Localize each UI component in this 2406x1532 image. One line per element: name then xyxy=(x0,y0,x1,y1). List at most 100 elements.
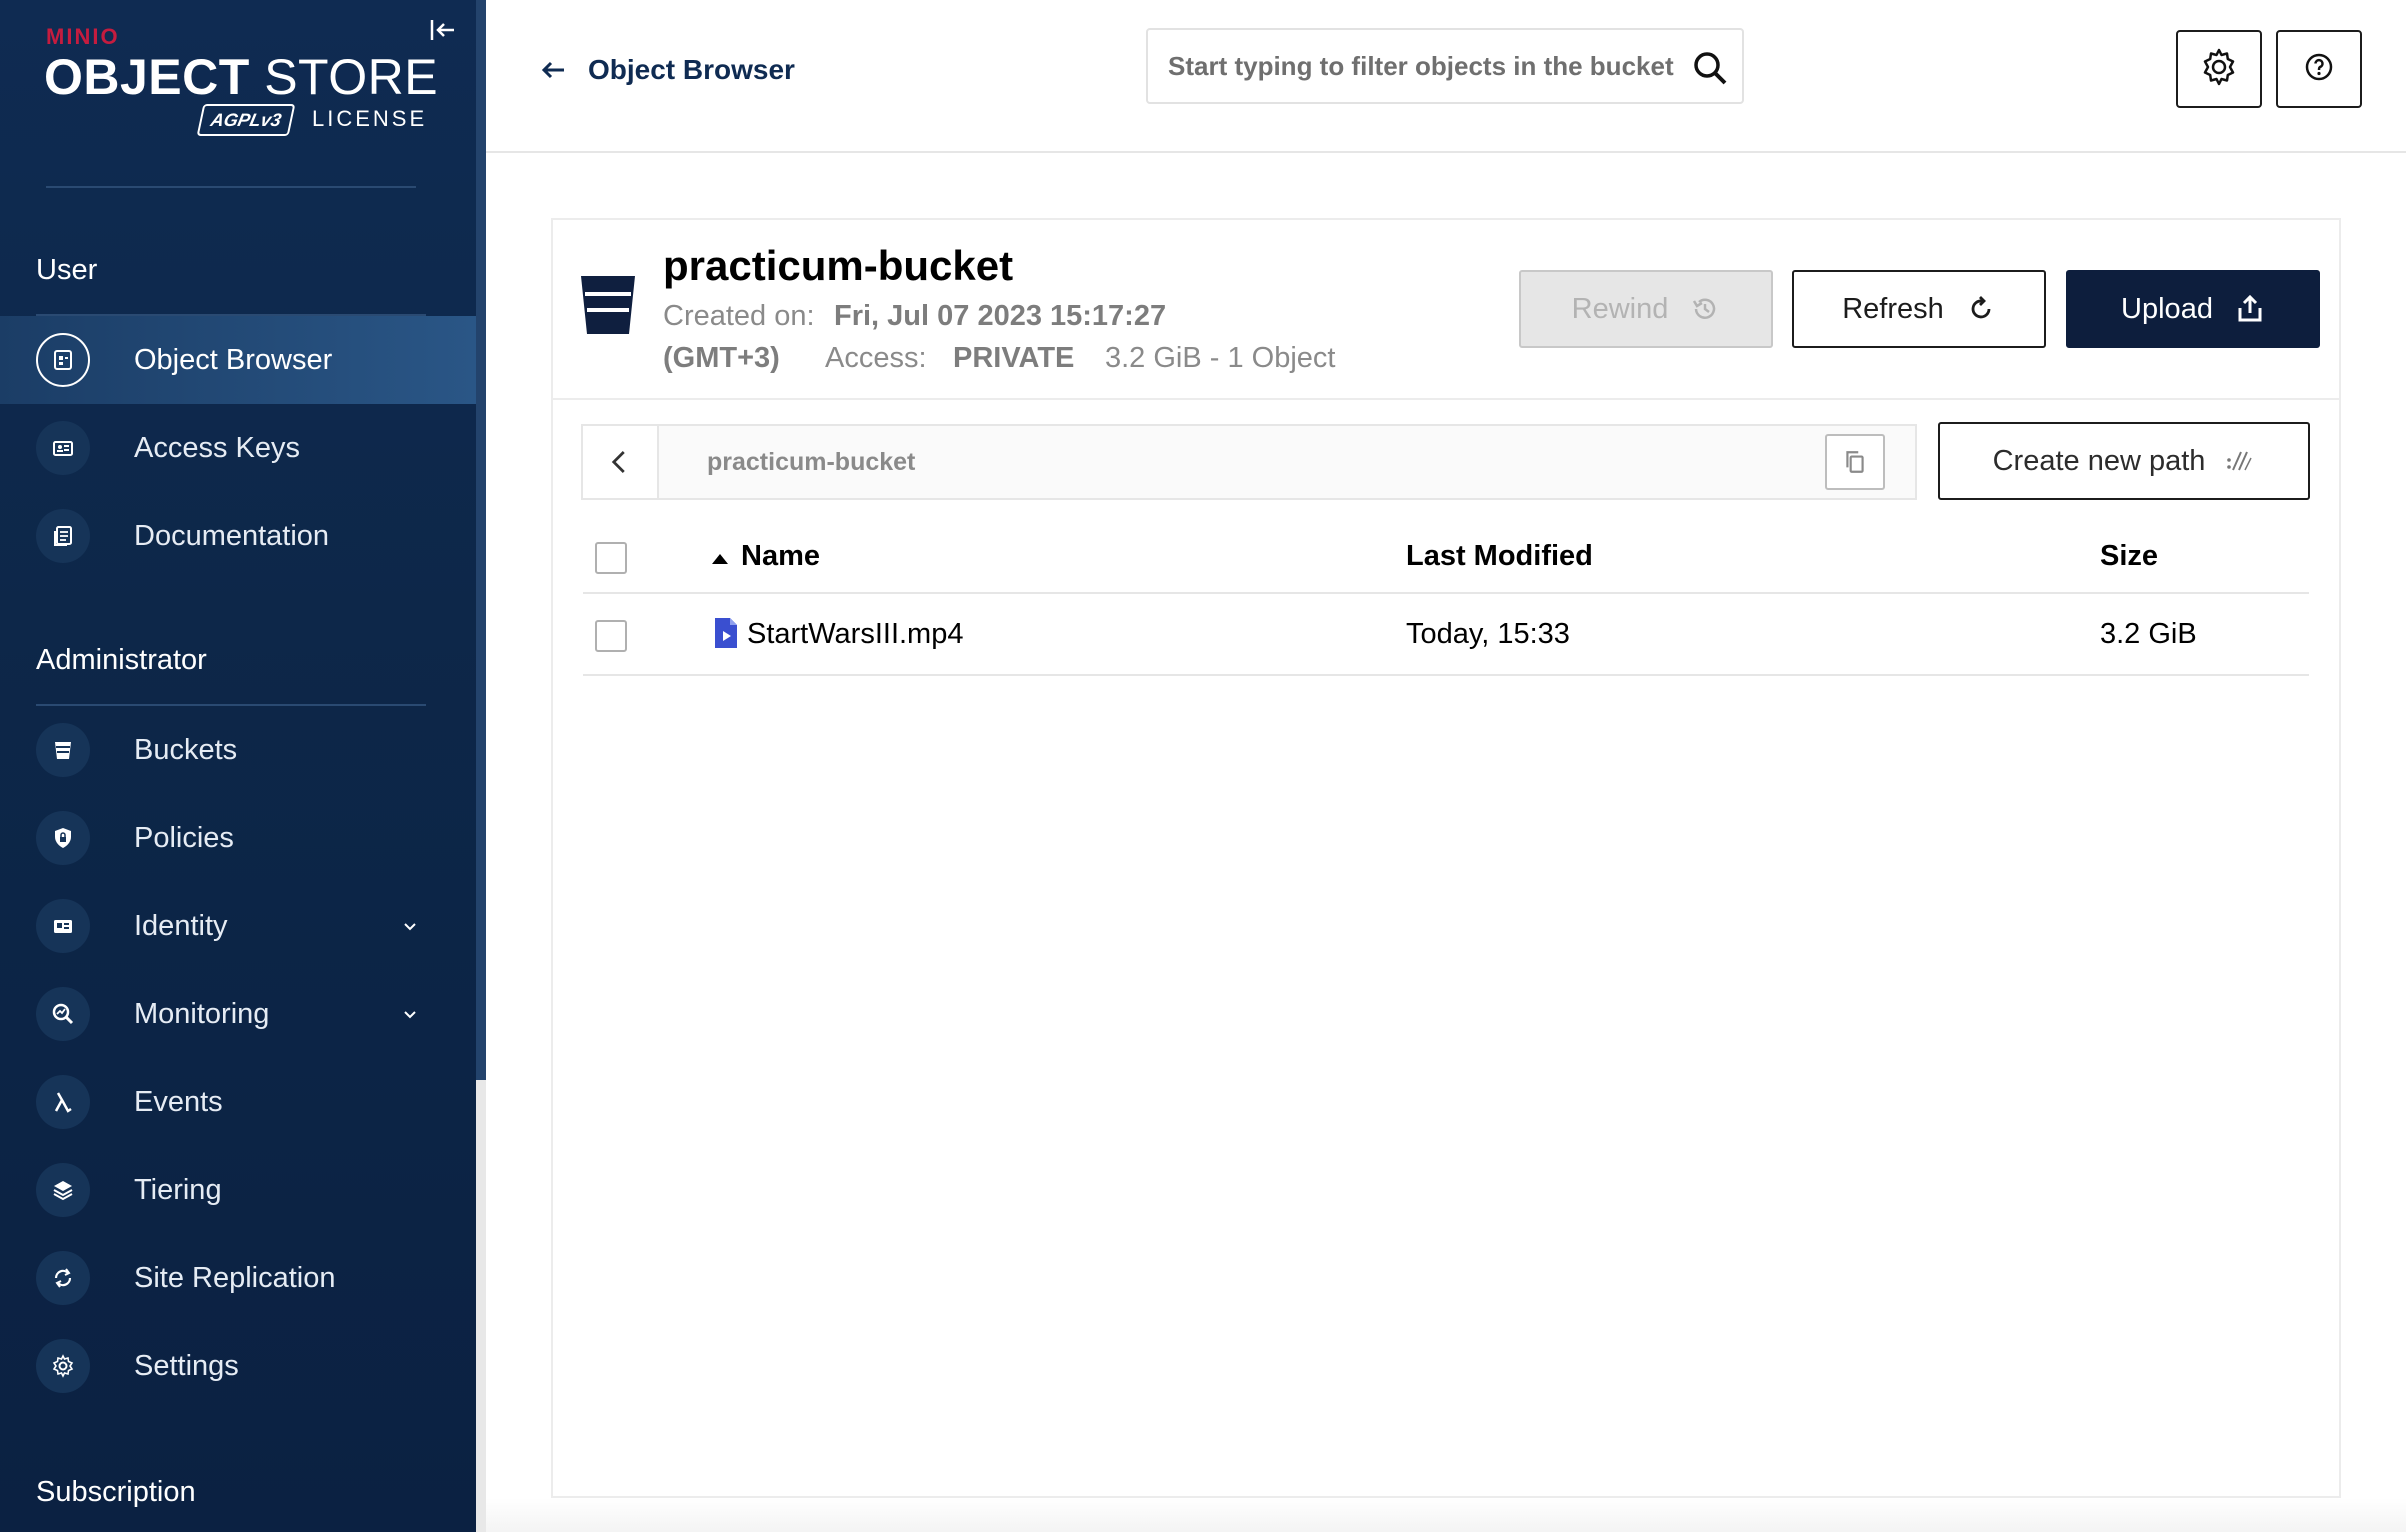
lambda-icon xyxy=(36,1075,90,1129)
access-value: PRIVATE xyxy=(953,342,1075,374)
timezone: (GMT+3) xyxy=(663,342,780,374)
bucket-usage: 3.2 GiB - 1 Object xyxy=(1105,342,1336,374)
table-row[interactable]: StartWarsIII.mp4 Today, 15:33 3.2 GiB xyxy=(583,596,2309,676)
row-checkbox[interactable] xyxy=(595,620,627,652)
bucket-icon xyxy=(579,274,637,336)
search-box xyxy=(1146,28,1744,104)
object-browser-icon xyxy=(36,333,90,387)
sidebar-item-identity[interactable]: Identity xyxy=(0,882,476,970)
panel-divider xyxy=(553,398,2339,400)
product-title-light: STORE xyxy=(249,49,439,105)
sidebar-item-tiering[interactable]: Tiering xyxy=(0,1146,476,1234)
layers-icon xyxy=(36,1163,90,1217)
upload-button[interactable]: Upload xyxy=(2066,270,2320,348)
help-button[interactable] xyxy=(2276,30,2362,108)
sidebar-scrollbar[interactable] xyxy=(476,0,486,1080)
search-icon[interactable] xyxy=(1692,50,1728,86)
sidebar-item-label: Object Browser xyxy=(134,343,333,376)
access-label: Access: xyxy=(825,342,927,374)
bucket-name: practicum-bucket xyxy=(663,242,1014,289)
sidebar-item-label: Documentation xyxy=(134,519,330,552)
page-header: Object Browser xyxy=(486,0,2406,153)
product-title: OBJECT STORE xyxy=(44,48,438,106)
gear-icon xyxy=(2199,47,2239,92)
history-icon xyxy=(1693,298,1716,319)
file-name[interactable]: StartWarsIII.mp4 xyxy=(747,618,963,651)
app-root: MINIO OBJECT STORE AGPLv3 LICENSE User O… xyxy=(0,0,2406,1532)
license-label: LICENSE xyxy=(312,106,428,131)
sidebar-item-buckets[interactable]: Buckets xyxy=(0,706,476,794)
section-subscription: Subscription xyxy=(36,1476,196,1508)
chevron-down-icon[interactable] xyxy=(398,1002,422,1026)
section-administrator: Administrator xyxy=(36,644,207,676)
new-path-icon xyxy=(2227,451,2253,471)
agpl-badge: AGPLv3 xyxy=(196,104,296,136)
help-icon xyxy=(2303,51,2335,88)
create-path-label: Create new path xyxy=(1992,444,2206,477)
product-title-bold: OBJECT xyxy=(44,49,250,105)
sidebar-item-policies[interactable]: Policies xyxy=(0,794,476,882)
sidebar-item-label: Events xyxy=(134,1085,223,1118)
sidebar-item-label: Policies xyxy=(134,821,234,854)
create-new-path-button[interactable]: Create new path xyxy=(1938,422,2310,500)
file-size: 3.2 GiB xyxy=(2100,618,2197,650)
sidebar-item-site-replication[interactable]: Site Replication xyxy=(0,1234,476,1322)
replication-icon xyxy=(36,1251,90,1305)
sidebar-item-label: Settings xyxy=(134,1349,239,1382)
rewind-label: Rewind xyxy=(1571,292,1669,325)
sidebar-item-label: Buckets xyxy=(134,733,238,766)
documentation-icon xyxy=(36,509,90,563)
bucket-icon xyxy=(36,723,90,777)
upload-icon xyxy=(2238,294,2262,322)
table-header: Name Last Modified Size xyxy=(583,520,2309,594)
sort-ascending-icon[interactable] xyxy=(711,552,729,564)
id-card-icon xyxy=(36,899,90,953)
created-label: Created on: xyxy=(663,300,815,332)
sidebar-item-documentation[interactable]: Documentation xyxy=(0,492,476,580)
select-all-checkbox[interactable] xyxy=(595,542,627,574)
back-arrow-icon[interactable] xyxy=(540,56,568,84)
file-last-modified: Today, 15:33 xyxy=(1406,618,1570,650)
refresh-label: Refresh xyxy=(1842,292,1944,325)
bottom-edge xyxy=(486,1498,2406,1532)
chevron-down-icon[interactable] xyxy=(398,914,422,938)
bucket-panel: practicum-bucket Created on: Fri, Jul 07… xyxy=(551,218,2341,1498)
gear-icon xyxy=(36,1339,90,1393)
column-header-size[interactable]: Size xyxy=(2100,540,2158,573)
column-header-name[interactable]: Name xyxy=(741,540,820,573)
minio-brand: MINIO xyxy=(46,24,120,49)
sidebar-item-monitoring[interactable]: Monitoring xyxy=(0,970,476,1058)
sidebar-item-label: Identity xyxy=(134,909,228,942)
sidebar-item-settings[interactable]: Settings xyxy=(0,1322,476,1410)
sidebar-item-label: Access Keys xyxy=(134,431,300,464)
sidebar-item-access-keys[interactable]: Access Keys xyxy=(0,404,476,492)
copy-icon xyxy=(1846,451,1864,473)
logo-divider xyxy=(46,186,416,188)
access-keys-icon xyxy=(36,421,90,475)
sidebar-scrollbar-track xyxy=(476,1080,486,1532)
rewind-button[interactable]: Rewind xyxy=(1519,270,1773,348)
column-header-last-modified[interactable]: Last Modified xyxy=(1406,540,1593,573)
refresh-icon xyxy=(1971,296,1991,319)
section-user: User xyxy=(36,254,98,286)
sidebar-item-label: Tiering xyxy=(134,1173,222,1206)
breadcrumb: practicum-bucket xyxy=(581,424,1917,500)
shield-lock-icon xyxy=(36,811,90,865)
breadcrumb-back-button[interactable] xyxy=(583,426,659,498)
sidebar-item-object-browser[interactable]: Object Browser xyxy=(0,316,476,404)
video-file-icon xyxy=(713,616,739,650)
sidebar-item-events[interactable]: Events xyxy=(0,1058,476,1146)
sidebar: MINIO OBJECT STORE AGPLv3 LICENSE User O… xyxy=(0,0,476,1532)
copy-path-button[interactable] xyxy=(1825,434,1885,490)
refresh-button[interactable]: Refresh xyxy=(1792,270,2046,348)
settings-button[interactable] xyxy=(2176,30,2262,108)
sidebar-item-label: Site Replication xyxy=(134,1261,336,1294)
sidebar-item-label: Monitoring xyxy=(134,997,270,1030)
upload-label: Upload xyxy=(2121,292,2213,325)
collapse-sidebar-icon[interactable] xyxy=(426,14,458,46)
magnifier-chart-icon xyxy=(36,987,90,1041)
created-value: Fri, Jul 07 2023 15:17:27 xyxy=(834,300,1167,332)
page-title: Object Browser xyxy=(588,54,795,85)
breadcrumb-path[interactable]: practicum-bucket xyxy=(707,448,915,477)
search-input[interactable] xyxy=(1168,44,1678,88)
